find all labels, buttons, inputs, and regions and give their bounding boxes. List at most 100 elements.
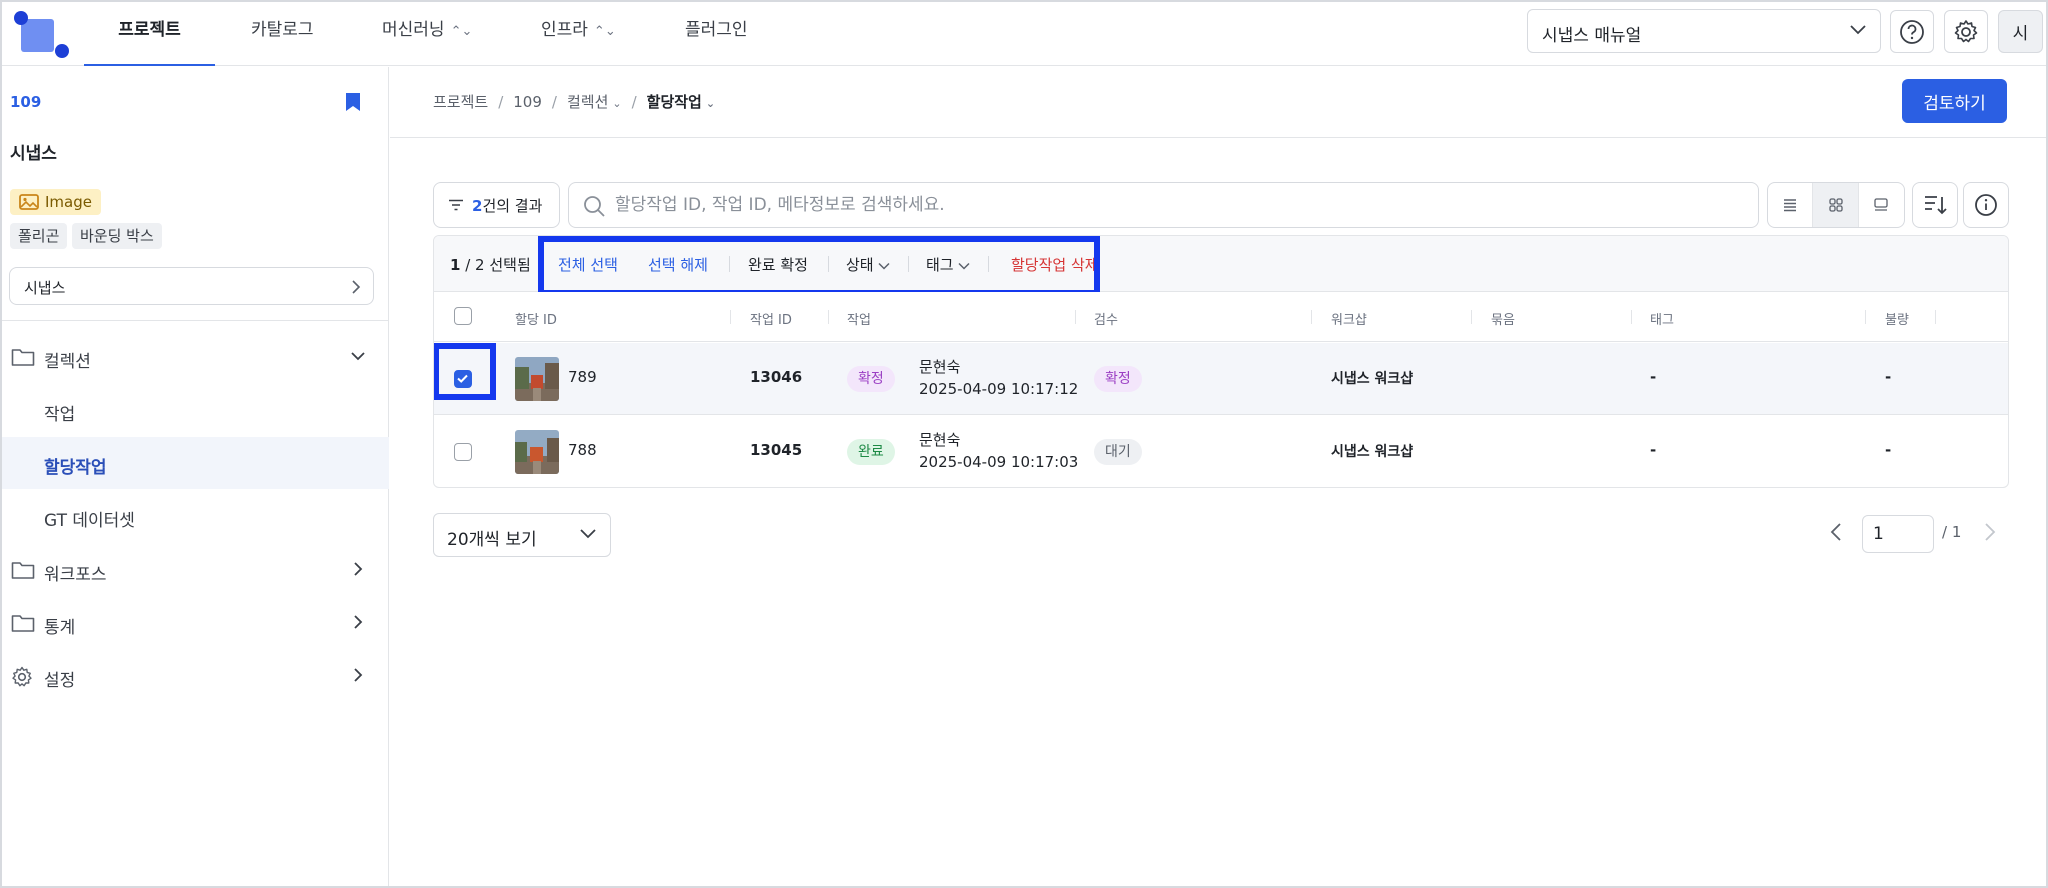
chevron-down-icon: ⌄ — [705, 97, 716, 110]
sidebar-item-collection[interactable]: 컬렉션 — [2, 331, 389, 383]
defect-value: - — [1885, 368, 1892, 386]
sidebar-item-settings[interactable]: 설정 — [2, 650, 389, 702]
sidebar-item-tasks[interactable]: 작업 — [2, 384, 389, 436]
search-input[interactable] — [615, 191, 1735, 219]
work-timestamp: 2025-04-09 10:17:12 — [919, 380, 1079, 398]
assignment-id: 789 — [568, 368, 597, 386]
question-circle-icon — [1900, 19, 1924, 44]
header-divider — [390, 137, 2046, 138]
gear-icon — [12, 666, 32, 687]
tool-chip-bounding-box: 바운딩 박스 — [72, 223, 162, 249]
nav-tab-plugin[interactable]: 플러그인 — [685, 2, 748, 66]
sidebar-divider — [2, 320, 388, 321]
task-id: 13045 — [750, 441, 803, 459]
col-workshop[interactable]: 워크샵 — [1331, 309, 1367, 328]
info-button[interactable] — [1963, 182, 2009, 228]
chevron-right-icon — [354, 615, 363, 629]
workshop-name: 시냅스 워크샵 — [1331, 371, 1414, 387]
app-logo[interactable] — [12, 8, 69, 60]
folder-icon — [11, 562, 35, 579]
sidebar: 109 시냅스 Image 폴리곤 바운딩 박스 시냅스 컬렉션 작업 할당작업… — [2, 67, 389, 886]
sidebar-item-stats[interactable]: 통계 — [2, 597, 389, 649]
previous-page-icon[interactable] — [1830, 523, 1842, 541]
review-status-badge: 확정 — [1094, 366, 1142, 392]
list-icon — [1784, 199, 1797, 212]
bulk-action-bar: 1 / 2 선택됨 전체 선택 선택 해제 완료 확정 상태 태그 할당작업 삭… — [434, 236, 2008, 296]
col-bundle[interactable]: 묶음 — [1491, 309, 1515, 328]
chevron-down-icon — [580, 529, 596, 539]
task-thumbnail[interactable] — [515, 357, 559, 401]
info-circle-icon — [1975, 194, 1997, 216]
per-page-select[interactable]: 20개씩 보기 — [433, 513, 611, 557]
updown-chevron-icon: ⌃⌄ — [450, 24, 473, 39]
chevron-down-icon — [351, 352, 365, 361]
street-photo-thumbnail — [515, 430, 559, 474]
assignment-id: 788 — [568, 441, 597, 459]
workshop-name: 시냅스 워크샵 — [1331, 444, 1414, 460]
row-checkbox-highlight — [434, 343, 496, 400]
chevron-down-icon: ⌄ — [612, 97, 622, 110]
project-name: 시냅스 — [10, 144, 57, 164]
breadcrumb-project-id[interactable]: 109 — [513, 93, 542, 111]
breadcrumb-collection[interactable]: 컬렉션 ⌄ — [567, 91, 622, 112]
search-icon — [584, 196, 605, 217]
col-review[interactable]: 검수 — [1094, 309, 1118, 328]
main-content: 프로젝트 / 109 / 컬렉션⌄ / 할당작업⌄ 검토하기 2건의 결과 — [390, 67, 2046, 886]
chevron-right-icon — [354, 562, 363, 576]
col-work[interactable]: 작업 — [847, 309, 871, 328]
nav-tab-infra[interactable]: 인프라 ⌃⌄ — [541, 2, 616, 66]
tag-value: - — [1650, 441, 1657, 459]
breadcrumb-project[interactable]: 프로젝트 — [433, 91, 488, 112]
table-row[interactable]: 788 13045 완료 문현숙 2025-04-09 10:17:03 대기 … — [434, 416, 2008, 487]
bulk-actions-highlight — [538, 236, 1100, 296]
row-checkbox[interactable] — [454, 443, 472, 461]
nav-tab-machine-learning[interactable]: 머신러닝 ⌃⌄ — [382, 2, 472, 66]
selection-count: 1 / 2 선택됨 — [450, 256, 531, 274]
image-icon — [19, 194, 39, 210]
search-box — [568, 182, 1759, 228]
data-type-badge: Image — [10, 189, 101, 215]
settings-button[interactable] — [1944, 10, 1988, 53]
user-avatar[interactable]: 시 — [1998, 10, 2043, 53]
workspace-select[interactable]: 시냅스 — [9, 267, 374, 305]
gear-icon — [1954, 19, 1978, 42]
worker-name: 문현숙 — [919, 431, 961, 449]
task-thumbnail[interactable] — [515, 430, 559, 474]
review-button[interactable]: 검토하기 — [1902, 79, 2007, 123]
col-defect[interactable]: 불량 — [1885, 309, 1909, 328]
street-photo-thumbnail — [515, 357, 559, 401]
table-row[interactable]: 789 13046 확정 문현숙 2025-04-09 10:17:12 확정 … — [434, 343, 2008, 415]
gallery-view-button[interactable] — [1859, 183, 1904, 227]
chevron-right-icon — [354, 668, 363, 682]
page-number-input[interactable] — [1862, 515, 1934, 553]
nav-tab-project[interactable]: 프로젝트 — [84, 2, 215, 66]
col-task-id[interactable]: 작업 ID — [750, 309, 792, 328]
chevron-down-icon — [1850, 25, 1866, 35]
project-id: 109 — [10, 93, 42, 111]
task-id: 13046 — [750, 368, 803, 386]
grid-icon — [1828, 198, 1843, 212]
work-status-badge: 완료 — [847, 439, 895, 465]
sort-descending-icon — [1925, 196, 1947, 215]
sidebar-item-assignments[interactable]: 할당작업 — [2, 437, 389, 489]
breadcrumb-current[interactable]: 할당작업 ⌄ — [647, 91, 715, 112]
filter-icon — [449, 199, 463, 211]
select-all-checkbox[interactable] — [454, 307, 472, 325]
folder-icon — [11, 349, 35, 366]
assignment-table: 1 / 2 선택됨 전체 선택 선택 해제 완료 확정 상태 태그 할당작업 삭… — [433, 235, 2009, 488]
help-button[interactable] — [1890, 10, 1934, 53]
list-view-button[interactable] — [1768, 183, 1814, 227]
filter-button[interactable]: 2건의 결과 — [433, 182, 560, 228]
review-status-badge: 대기 — [1094, 439, 1142, 465]
nav-tab-catalog[interactable]: 카탈로그 — [251, 2, 314, 66]
grid-view-button[interactable] — [1813, 183, 1859, 227]
sidebar-item-gt-dataset[interactable]: GT 데이터셋 — [2, 490, 389, 542]
manual-select[interactable]: 시냅스 매뉴얼 — [1527, 9, 1881, 53]
bookmark-icon[interactable] — [345, 92, 361, 112]
next-page-icon[interactable] — [1984, 523, 1996, 541]
col-tag[interactable]: 태그 — [1650, 309, 1674, 328]
sidebar-item-workforce[interactable]: 워크포스 — [2, 544, 389, 596]
col-assignment-id[interactable]: 할당 ID — [515, 309, 557, 328]
updown-chevron-icon: ⌃⌄ — [593, 24, 616, 39]
sort-button[interactable] — [1912, 182, 1958, 228]
